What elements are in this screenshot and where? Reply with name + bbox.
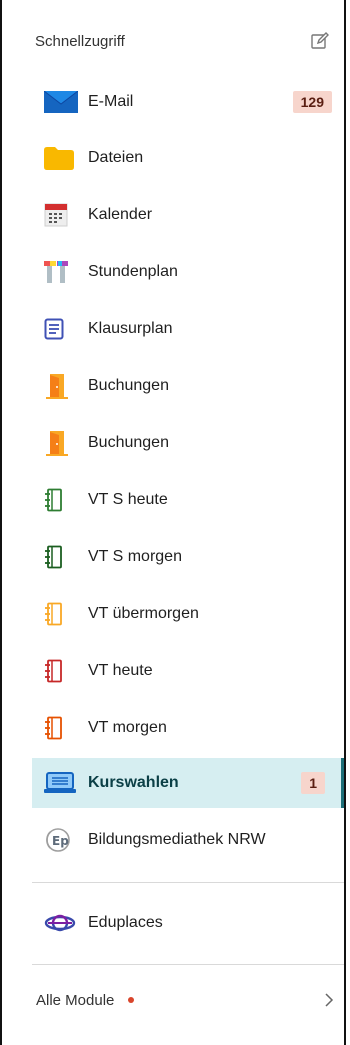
nav-item-substitution[interactable]: VT S heute	[32, 475, 344, 525]
eduplaces-logo-icon	[44, 912, 80, 934]
nav-item-media-library[interactable]: Ep Bildungsmediathek NRW	[32, 815, 344, 865]
nav-item-files[interactable]: Dateien	[32, 133, 344, 183]
quick-access-panel: Schnellzugriff E-Mail 129 Dateien Kalend…	[0, 0, 346, 1045]
nav-item-label: VT heute	[88, 662, 153, 679]
notebook-icon	[44, 659, 80, 683]
nav-item-course-selection[interactable]: Kurswahlen 1	[32, 758, 344, 808]
nav-item-substitution[interactable]: VT heute	[32, 646, 344, 696]
all-modules-label: Alle Module	[36, 991, 115, 1009]
all-modules-link[interactable]: Alle Module	[32, 976, 344, 1024]
nav-item-label: Buchungen	[88, 434, 169, 451]
calendar-icon	[44, 203, 80, 227]
notebook-icon	[44, 488, 80, 512]
nav-item-eduplaces[interactable]: Eduplaces	[32, 898, 344, 948]
nav-item-label: Kurswahlen	[88, 774, 179, 791]
door-icon	[44, 373, 80, 399]
nav-item-label: VT S heute	[88, 491, 168, 508]
nav-item-label: VT S morgen	[88, 548, 182, 565]
nav-item-timetable[interactable]: Stundenplan	[32, 247, 344, 297]
nav-item-bookings[interactable]: Buchungen	[32, 418, 344, 468]
panel-header: Schnellzugriff	[35, 26, 330, 56]
nav-item-label: Eduplaces	[88, 914, 163, 931]
nav-item-label: Bildungsmediathek NRW	[88, 831, 266, 848]
document-icon	[44, 318, 80, 340]
nav-item-label: Klausurplan	[88, 320, 173, 337]
door-icon	[44, 430, 80, 456]
nav-item-label: Kalender	[88, 206, 153, 223]
nav-item-label: Stundenplan	[88, 263, 178, 280]
count-badge: 1	[301, 772, 325, 794]
nav-item-exam-plan[interactable]: Klausurplan	[32, 304, 344, 354]
nav-item-label: E-Mail	[88, 93, 134, 110]
nav-item-calendar[interactable]: Kalender	[32, 190, 344, 240]
mail-icon	[44, 91, 80, 113]
nav-item-label: Dateien	[88, 149, 144, 166]
nav-item-substitution[interactable]: VT übermorgen	[32, 589, 344, 639]
laptop-icon	[44, 772, 80, 794]
notebook-icon	[44, 602, 80, 626]
edit-icon[interactable]	[310, 31, 330, 51]
unread-count-badge: 129	[292, 91, 332, 113]
timetable-icon	[44, 261, 80, 283]
notification-dot	[128, 997, 135, 1003]
svg-text:Ep: Ep	[52, 834, 69, 848]
panel-title: Schnellzugriff	[35, 32, 125, 50]
folder-icon	[44, 146, 80, 170]
ep-logo-icon: Ep	[44, 827, 80, 853]
nav-item-bookings[interactable]: Buchungen	[32, 361, 344, 411]
nav-item-label: VT übermorgen	[88, 605, 199, 622]
nav-item-substitution[interactable]: VT S morgen	[32, 532, 344, 582]
divider	[32, 964, 344, 965]
nav-item-email[interactable]: E-Mail 129	[32, 77, 344, 127]
divider	[32, 882, 344, 883]
nav-item-label: Buchungen	[88, 377, 169, 394]
nav-item-label: VT morgen	[88, 719, 167, 736]
notebook-icon	[44, 716, 80, 740]
chevron-right-icon	[325, 993, 334, 1007]
nav-item-substitution[interactable]: VT morgen	[32, 703, 344, 753]
notebook-icon	[44, 545, 80, 569]
